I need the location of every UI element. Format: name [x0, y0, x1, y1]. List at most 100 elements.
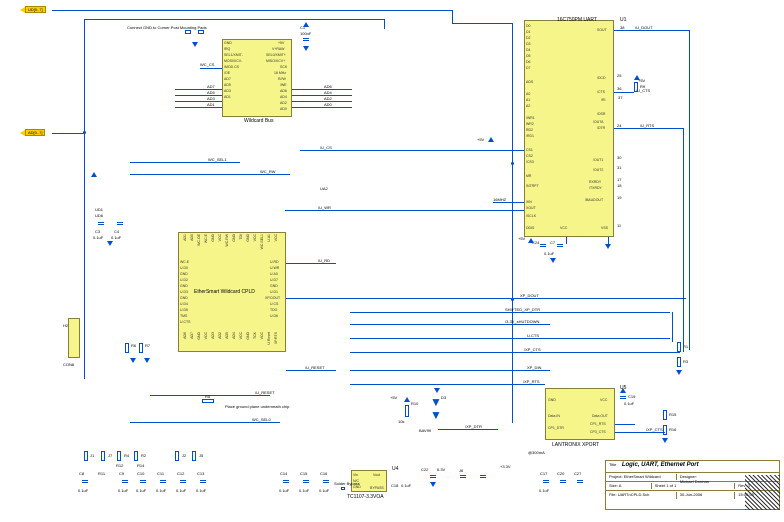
part-c27: C27 — [574, 471, 581, 476]
res-icon — [677, 342, 681, 352]
pin: CP1_RTS — [590, 422, 606, 426]
pin: VCC — [204, 332, 208, 339]
diode-icon: ▼ — [430, 408, 442, 422]
net-u-wr: /U_WR — [318, 205, 331, 210]
net-ad0: AD0 — [324, 102, 332, 107]
wire — [384, 19, 385, 29]
note-gnd-corner: Connect GND to Corner Post Mounting Pads — [127, 25, 207, 30]
cap-icon — [117, 222, 123, 228]
pin: /SCLK — [526, 214, 536, 218]
pin: /BAUDOUT — [585, 198, 603, 202]
res-icon — [125, 343, 129, 353]
pin: +5V — [278, 41, 284, 45]
title-text: Logic, UART, Ethernet Port — [622, 462, 699, 468]
pin: A1 — [526, 98, 530, 102]
cap-icon — [540, 244, 546, 250]
part-r16: R16 — [669, 427, 676, 432]
title-label: Title — [609, 462, 616, 467]
pin-11: 11 — [617, 223, 621, 228]
chip-u3-name: EtherSmart Wildcard CPLD — [194, 289, 255, 295]
wire — [285, 210, 524, 211]
wire — [286, 298, 686, 299]
res-icon — [663, 425, 667, 435]
pin: BYPASS — [370, 486, 384, 490]
pin: VCC — [253, 234, 257, 241]
pin-31: 31 — [617, 165, 621, 170]
pin: SEL0/XMIT+ — [266, 53, 286, 57]
part-r10-val: 10k — [398, 419, 404, 424]
net-ad2: AD2 — [324, 96, 332, 101]
pin: D0 — [526, 24, 530, 28]
pin: TDI — [239, 234, 243, 240]
hatch-pattern — [745, 475, 780, 510]
pin: U.RD — [270, 260, 279, 264]
wire — [614, 128, 684, 129]
pin-24: 24 — [617, 123, 621, 128]
pin: D7 — [526, 66, 530, 70]
pin: V+RAW — [272, 47, 284, 51]
pin: SOUT — [597, 28, 607, 32]
part-c16v: 0.1uF — [319, 488, 329, 493]
note-current: @300mA — [528, 450, 545, 455]
cap-icon — [577, 480, 583, 486]
pad — [341, 487, 345, 490]
wire — [130, 422, 280, 423]
pin-17: 17 — [617, 177, 621, 182]
cap-icon — [460, 475, 466, 481]
pin: GND — [224, 41, 232, 45]
pin: D5 — [526, 54, 530, 58]
res-icon — [202, 399, 214, 403]
pin: WC.OE — [197, 234, 201, 246]
net-u-cs: /U_CS — [320, 145, 332, 150]
pin-25: 25 — [617, 73, 621, 78]
pin: /CS3 — [526, 160, 534, 164]
pin: AD7 — [224, 77, 231, 81]
pin: U.D5 — [180, 308, 188, 312]
cap-icon — [200, 480, 206, 486]
gnd-icon — [434, 388, 440, 393]
wire — [566, 237, 567, 244]
pin-38: 38 — [620, 25, 624, 30]
project-label: Project: EtherSmart Wildcard — [609, 474, 676, 480]
wire — [452, 10, 453, 23]
pad — [185, 30, 191, 34]
pin: VCC — [274, 234, 278, 241]
res-icon — [192, 451, 196, 461]
cap-icon — [303, 480, 309, 486]
pin: DDIS — [526, 226, 534, 230]
net-xp-dout: XP_DOUT — [520, 293, 539, 298]
net-ad3: AD3 — [207, 96, 215, 101]
part-bav99: BAV99 — [419, 428, 431, 433]
net-ua2: UA2 — [320, 186, 328, 191]
pin: AD6 — [183, 332, 187, 339]
gnd-icon — [303, 46, 309, 51]
res-icon — [134, 451, 138, 461]
part-c10v: 0.1uF — [136, 488, 146, 493]
part-r3: R3 — [683, 359, 688, 364]
net-u-rd: /U_RD — [318, 258, 330, 263]
bus-arrow-ad — [20, 130, 25, 136]
wire — [350, 352, 680, 353]
part-c3: C3 — [95, 229, 100, 234]
pin: GND — [548, 398, 556, 402]
pin: U.Reset — [267, 332, 271, 345]
part-c19-val: 0.1uF — [624, 401, 634, 406]
wire — [175, 107, 222, 108]
pin: CP1_DTR — [548, 426, 564, 430]
wire — [614, 30, 689, 31]
pin: A2 — [526, 104, 530, 108]
pin: U.CS — [270, 302, 278, 306]
pin: AD3 — [224, 89, 231, 93]
net-u-reset: /U_RESET — [305, 365, 325, 370]
pin: WC.E — [180, 260, 189, 264]
net-5v2: +5V — [390, 395, 397, 400]
pin: ADS — [526, 80, 533, 84]
pin: GND — [270, 284, 278, 288]
part-c13v: 0.1uF — [196, 488, 206, 493]
res-icon — [175, 451, 179, 461]
pin: AD4 — [232, 332, 236, 339]
gnd-icon — [130, 358, 136, 363]
wire — [350, 312, 670, 313]
cap-icon — [557, 244, 563, 250]
pin: VCC — [239, 332, 243, 339]
